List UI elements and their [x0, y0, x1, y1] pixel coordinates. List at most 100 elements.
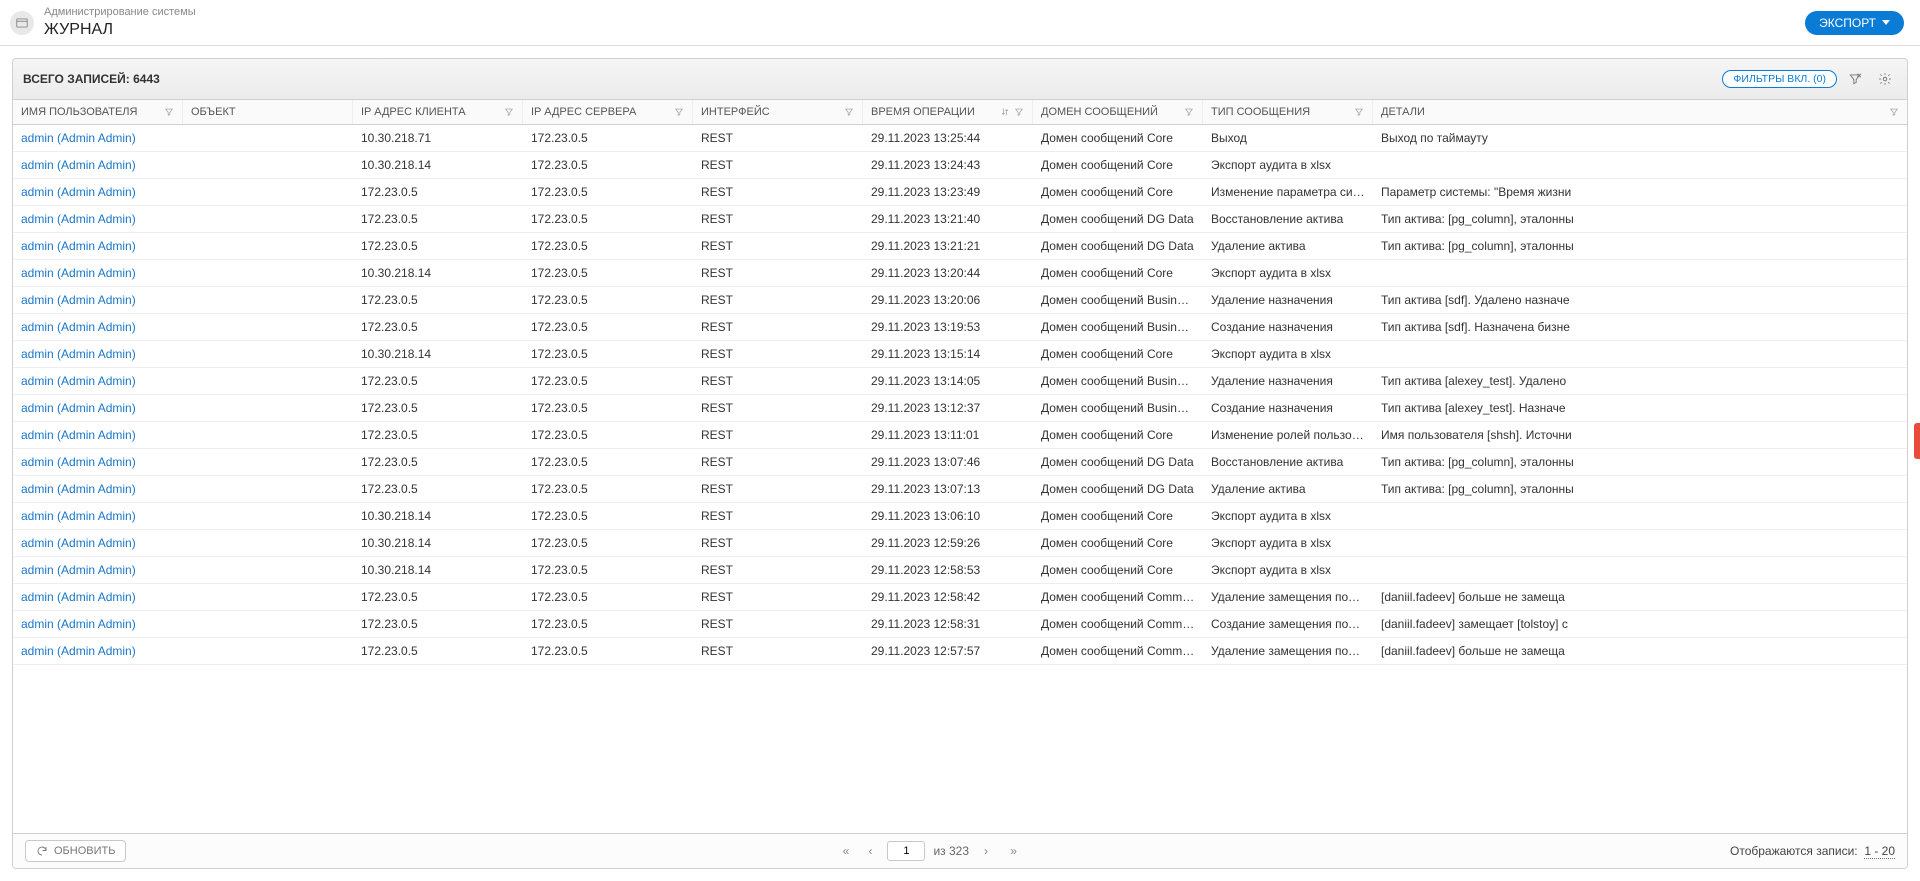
cell-object: [183, 449, 353, 475]
cell-domain: Домен сообщений Core: [1033, 179, 1203, 205]
cell-type: Создание назначения: [1203, 395, 1373, 421]
filter-icon[interactable]: [844, 107, 854, 117]
refresh-button[interactable]: ОБНОВИТЬ: [25, 840, 126, 862]
filter-icon[interactable]: [1889, 107, 1899, 117]
cell-details: Тип актива [alexey_test]. Назначе: [1373, 395, 1907, 421]
user-link[interactable]: admin (Admin Admin): [21, 158, 136, 172]
cell-details: [1373, 260, 1907, 286]
col-details[interactable]: ДЕТАЛИ: [1373, 100, 1907, 124]
cell-time: 29.11.2023 13:12:37: [863, 395, 1033, 421]
user-link[interactable]: admin (Admin Admin): [21, 590, 136, 604]
table-row[interactable]: admin (Admin Admin)172.23.0.5172.23.0.5R…: [13, 611, 1907, 638]
table-row[interactable]: admin (Admin Admin)172.23.0.5172.23.0.5R…: [13, 449, 1907, 476]
page-first-button[interactable]: «: [835, 842, 853, 860]
cell-domain: Домен сообщений Core: [1033, 422, 1203, 448]
user-link[interactable]: admin (Admin Admin): [21, 482, 136, 496]
table-row[interactable]: admin (Admin Admin)10.30.218.14172.23.0.…: [13, 152, 1907, 179]
table-row[interactable]: admin (Admin Admin)172.23.0.5172.23.0.5R…: [13, 422, 1907, 449]
col-object[interactable]: ОБЪЕКТ: [183, 100, 353, 124]
table-row[interactable]: admin (Admin Admin)172.23.0.5172.23.0.5R…: [13, 287, 1907, 314]
shown-records: Отображаются записи: 1 - 20: [1730, 844, 1895, 858]
export-button[interactable]: ЭКСПОРТ: [1805, 11, 1904, 35]
table-row[interactable]: admin (Admin Admin)172.23.0.5172.23.0.5R…: [13, 476, 1907, 503]
table-row[interactable]: admin (Admin Admin)10.30.218.14172.23.0.…: [13, 260, 1907, 287]
filter-icon[interactable]: [164, 107, 174, 117]
table-row[interactable]: admin (Admin Admin)10.30.218.14172.23.0.…: [13, 557, 1907, 584]
cell-time: 29.11.2023 12:58:42: [863, 584, 1033, 610]
user-link[interactable]: admin (Admin Admin): [21, 347, 136, 361]
cell-domain: Домен сообщений Core: [1033, 152, 1203, 178]
user-link[interactable]: admin (Admin Admin): [21, 455, 136, 469]
cell-time: 29.11.2023 12:59:26: [863, 530, 1033, 556]
table-row[interactable]: admin (Admin Admin)172.23.0.5172.23.0.5R…: [13, 395, 1907, 422]
sort-desc-icon[interactable]: [1000, 107, 1010, 117]
user-link[interactable]: admin (Admin Admin): [21, 617, 136, 631]
col-user[interactable]: ИМЯ ПОЛЬЗОВАТЕЛЯ: [13, 100, 183, 124]
table-row[interactable]: admin (Admin Admin)10.30.218.14172.23.0.…: [13, 341, 1907, 368]
cell-domain: Домен сообщений Core: [1033, 530, 1203, 556]
user-link[interactable]: admin (Admin Admin): [21, 212, 136, 226]
user-link[interactable]: admin (Admin Admin): [21, 293, 136, 307]
cell-client-ip: 172.23.0.5: [353, 314, 523, 340]
cell-server-ip: 172.23.0.5: [523, 206, 693, 232]
table-row[interactable]: admin (Admin Admin)172.23.0.5172.23.0.5R…: [13, 206, 1907, 233]
col-server-ip[interactable]: IP АДРЕС СЕРВЕРА: [523, 100, 693, 124]
cell-type: Экспорт аудита в xlsx: [1203, 341, 1373, 367]
table-row[interactable]: admin (Admin Admin)10.30.218.14172.23.0.…: [13, 530, 1907, 557]
page-next-button[interactable]: ›: [977, 842, 995, 860]
table-row[interactable]: admin (Admin Admin)172.23.0.5172.23.0.5R…: [13, 638, 1907, 665]
page-last-button[interactable]: »: [1003, 842, 1021, 860]
col-msg-domain[interactable]: ДОМЕН СООБЩЕНИЙ: [1033, 100, 1203, 124]
filter-icon[interactable]: [674, 107, 684, 117]
page-input[interactable]: [887, 841, 925, 861]
filters-button[interactable]: ФИЛЬТРЫ ВКЛ. (0): [1722, 70, 1837, 88]
cell-interface: REST: [693, 287, 863, 313]
cell-details: Тип актива: [pg_column], эталонны: [1373, 206, 1907, 232]
col-client-ip[interactable]: IP АДРЕС КЛИЕНТА: [353, 100, 523, 124]
filter-icon[interactable]: [1184, 107, 1194, 117]
col-op-time-label: ВРЕМЯ ОПЕРАЦИИ: [871, 106, 975, 118]
table-row[interactable]: admin (Admin Admin)172.23.0.5172.23.0.5R…: [13, 314, 1907, 341]
user-link[interactable]: admin (Admin Admin): [21, 185, 136, 199]
cell-type: Создание назначения: [1203, 314, 1373, 340]
user-link[interactable]: admin (Admin Admin): [21, 509, 136, 523]
user-link[interactable]: admin (Admin Admin): [21, 131, 136, 145]
col-msg-type[interactable]: ТИП СООБЩЕНИЯ: [1203, 100, 1373, 124]
user-link[interactable]: admin (Admin Admin): [21, 428, 136, 442]
page-prev-button[interactable]: ‹: [861, 842, 879, 860]
filter-icon[interactable]: [1014, 107, 1024, 117]
module-icon: [10, 11, 34, 35]
user-link[interactable]: admin (Admin Admin): [21, 374, 136, 388]
table-row[interactable]: admin (Admin Admin)172.23.0.5172.23.0.5R…: [13, 368, 1907, 395]
cell-object: [183, 179, 353, 205]
col-op-time[interactable]: ВРЕМЯ ОПЕРАЦИИ: [863, 100, 1033, 124]
table-row[interactable]: admin (Admin Admin)10.30.218.71172.23.0.…: [13, 125, 1907, 152]
user-link[interactable]: admin (Admin Admin): [21, 266, 136, 280]
table-row[interactable]: admin (Admin Admin)172.23.0.5172.23.0.5R…: [13, 233, 1907, 260]
user-link[interactable]: admin (Admin Admin): [21, 239, 136, 253]
filter-icon[interactable]: [504, 107, 514, 117]
cell-object: [183, 584, 353, 610]
user-link[interactable]: admin (Admin Admin): [21, 320, 136, 334]
user-link[interactable]: admin (Admin Admin): [21, 644, 136, 658]
col-details-label: ДЕТАЛИ: [1381, 106, 1425, 118]
filter-icon[interactable]: [1354, 107, 1364, 117]
cell-domain: Домен сообщений Business Roles: [1033, 287, 1203, 313]
cell-type: Экспорт аудита в xlsx: [1203, 557, 1373, 583]
col-interface[interactable]: ИНТЕРФЕЙС: [693, 100, 863, 124]
table-row[interactable]: admin (Admin Admin)10.30.218.14172.23.0.…: [13, 503, 1907, 530]
side-accent-tab[interactable]: [1914, 423, 1920, 459]
cell-details: Тип актива: [pg_column], эталонны: [1373, 233, 1907, 259]
user-link[interactable]: admin (Admin Admin): [21, 536, 136, 550]
rows-container[interactable]: admin (Admin Admin)10.30.218.71172.23.0.…: [13, 125, 1907, 833]
cell-time: 29.11.2023 13:20:06: [863, 287, 1033, 313]
user-link[interactable]: admin (Admin Admin): [21, 401, 136, 415]
cell-object: [183, 206, 353, 232]
user-link[interactable]: admin (Admin Admin): [21, 563, 136, 577]
cell-type: Удаление замещения пользовате: [1203, 584, 1373, 610]
clear-filters-button[interactable]: [1843, 67, 1867, 91]
table-row[interactable]: admin (Admin Admin)172.23.0.5172.23.0.5R…: [13, 584, 1907, 611]
settings-button[interactable]: [1873, 67, 1897, 91]
table-row[interactable]: admin (Admin Admin)172.23.0.5172.23.0.5R…: [13, 179, 1907, 206]
shown-prefix: Отображаются записи:: [1730, 844, 1858, 858]
